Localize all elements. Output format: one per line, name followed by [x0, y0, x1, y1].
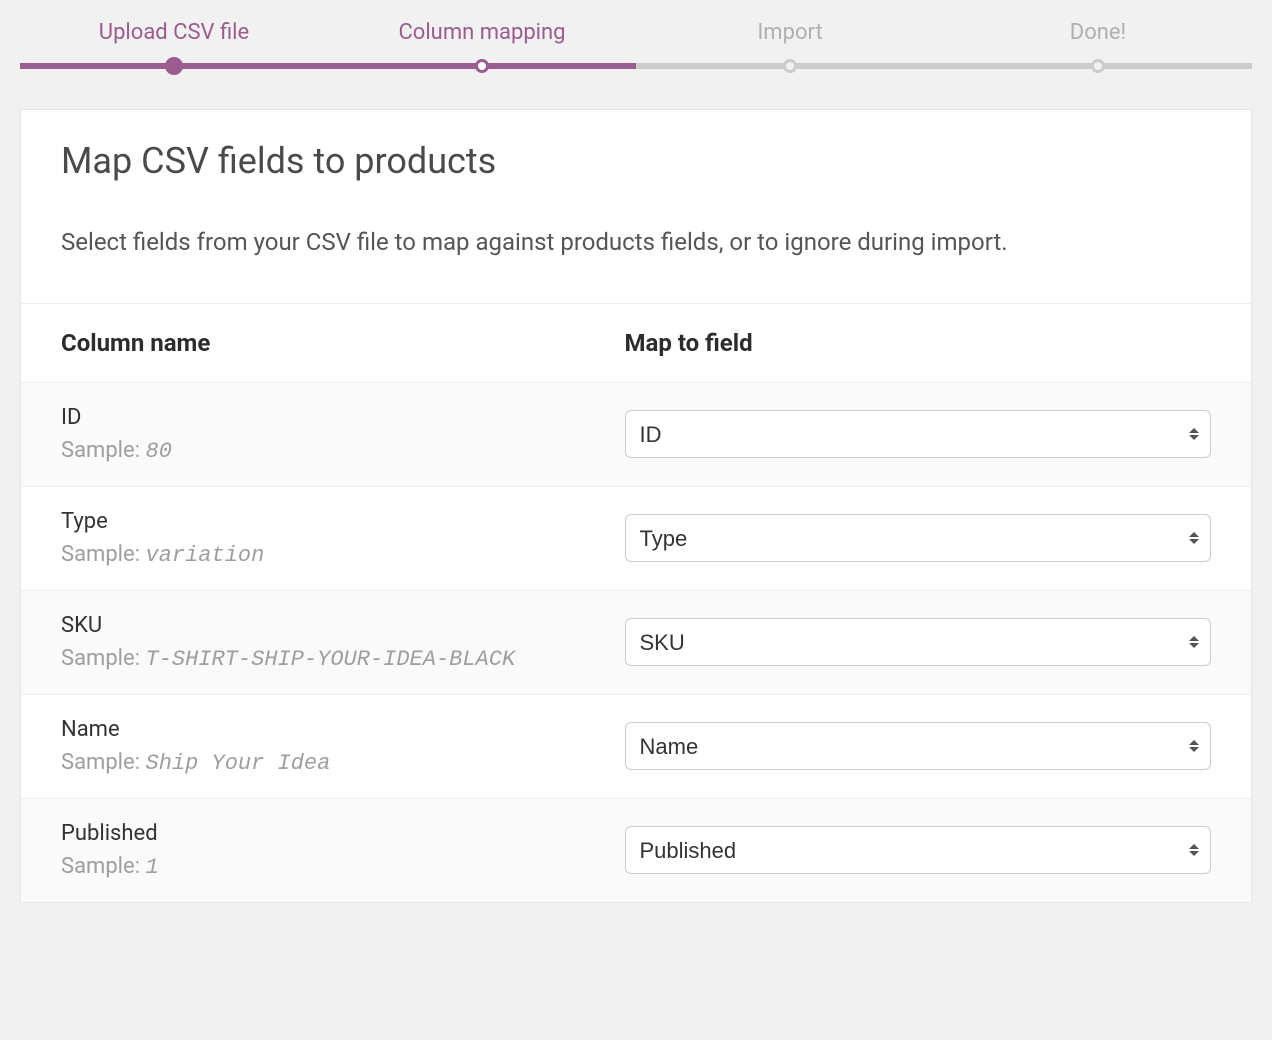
column-name: Published	[61, 821, 625, 846]
column-sample: Sample: variation	[61, 542, 625, 568]
step-done: Done!	[944, 20, 1252, 63]
column-sample: Sample: Ship Your Idea	[61, 750, 625, 776]
column-header-map-to-field: Map to field	[625, 329, 1212, 357]
column-name: Type	[61, 509, 625, 534]
table-row: Name Sample: Ship Your Idea Name	[21, 694, 1251, 798]
table-row: ID Sample: 80 ID	[21, 382, 1251, 486]
table-row: Type Sample: variation Type	[21, 486, 1251, 590]
page-description: Select fields from your CSV file to map …	[61, 222, 1211, 263]
step-import: Import	[636, 20, 944, 63]
progress-fill	[20, 63, 636, 69]
table-row: Published Sample: 1 Published	[21, 798, 1251, 902]
column-name: Name	[61, 717, 625, 742]
column-sample: Sample: 80	[61, 438, 625, 464]
mapping-card: Map CSV fields to products Select fields…	[20, 109, 1252, 903]
column-sample: Sample: 1	[61, 854, 625, 880]
column-header-name: Column name	[61, 329, 625, 357]
step-dot-1	[165, 57, 183, 75]
column-sample: Sample: T-SHIRT-SHIP-YOUR-IDEA-BLACK	[61, 646, 625, 672]
step-dot-2	[475, 59, 489, 73]
step-dot-4	[1091, 59, 1105, 73]
column-name: ID	[61, 405, 625, 430]
map-field-select[interactable]: ID	[625, 410, 1212, 458]
map-field-select[interactable]: SKU	[625, 618, 1212, 666]
mapping-table: Column name Map to field ID Sample: 80 I…	[21, 304, 1251, 902]
column-name: SKU	[61, 613, 625, 638]
step-dot-3	[783, 59, 797, 73]
progress-track	[20, 63, 1252, 69]
progress-stepper: Upload CSV file Column mapping Import Do…	[0, 0, 1272, 69]
table-row: SKU Sample: T-SHIRT-SHIP-YOUR-IDEA-BLACK…	[21, 590, 1251, 694]
page-title: Map CSV fields to products	[61, 140, 1211, 182]
map-field-select[interactable]: Published	[625, 826, 1212, 874]
map-field-select[interactable]: Name	[625, 722, 1212, 770]
step-column-mapping[interactable]: Column mapping	[328, 20, 636, 63]
map-field-select[interactable]: Type	[625, 514, 1212, 562]
